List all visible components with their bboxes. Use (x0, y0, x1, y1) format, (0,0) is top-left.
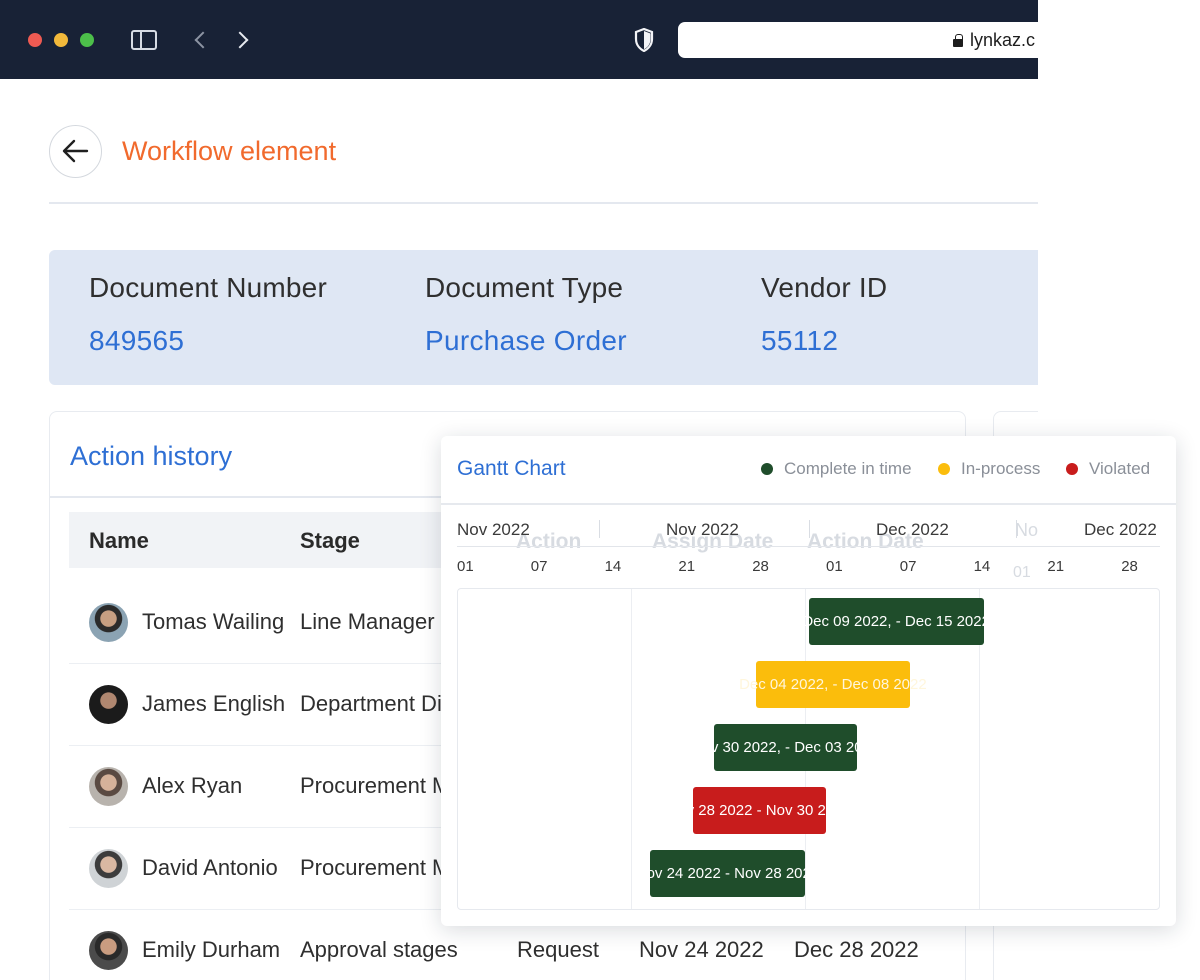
shield-glyph (634, 27, 654, 53)
month-separator (599, 520, 600, 538)
action-history-title: Action history (70, 441, 233, 471)
avatar (89, 849, 128, 888)
back-button[interactable] (49, 125, 102, 178)
column-header-stage[interactable]: Stage (300, 528, 360, 554)
page-title: Workflow element (122, 136, 337, 166)
document-number-value: 849565 (89, 325, 185, 356)
legend-dot-icon (938, 463, 950, 475)
legend-label: Complete in time (784, 459, 912, 478)
row-action-date: Dec 28 2022 (794, 937, 919, 962)
address-bar[interactable]: lynkaz.c (678, 22, 1038, 58)
month-label: Nov 2022 (457, 520, 530, 539)
day-tick-label: 07 (899, 558, 917, 575)
vendor-id-label: Vendor ID (761, 272, 888, 303)
row-name: Alex Ryan (142, 773, 243, 798)
row-name: James English (142, 691, 286, 716)
gantt-task-bar[interactable]: Nov 30 2022, - Dec 03 2022 (692, 724, 879, 771)
day-tick-label: 01 (826, 558, 843, 575)
document-type-label: Document Type (425, 272, 624, 303)
avatar (89, 685, 128, 724)
minimize-window-button[interactable] (54, 33, 68, 47)
sidebar-toggle-icon[interactable] (131, 30, 157, 50)
day-tick-label: 21 (1047, 558, 1065, 575)
day-tick-label: 14 (604, 558, 622, 575)
vendor-id-field: Vendor ID 55112 (761, 272, 887, 357)
legend-violated: Violated (1066, 459, 1150, 479)
grid-line (631, 589, 632, 909)
legend-complete-in-time: Complete in time (761, 459, 912, 479)
month-label: Dec 2022 (1084, 520, 1157, 539)
vendor-id-value: 55112 (761, 325, 839, 356)
shield-icon[interactable] (634, 27, 654, 53)
day-tick-label: 07 (530, 558, 548, 575)
month-label: Nov 2022 (666, 520, 739, 539)
month-divider (457, 546, 1160, 547)
gantt-header-divider (441, 503, 1176, 505)
gantt-grid: Dec 09 2022, - Dec 15 2022 Dec 04 2022, -… (457, 588, 1160, 910)
row-assign-date: Nov 24 2022 (639, 937, 764, 962)
row-stage: Line Manager (300, 609, 435, 634)
avatar (89, 767, 128, 806)
row-action: Request (517, 937, 599, 962)
avatar (89, 931, 128, 970)
browser-toolbar: lynkaz.c (0, 0, 1038, 79)
document-number-field: Document Number 849565 (89, 272, 327, 357)
gantt-task-bar[interactable]: Nov 24 2022 - Nov 28 2022 (636, 850, 819, 897)
url-text: lynkaz.c (970, 30, 1036, 50)
lock-icon (953, 34, 963, 47)
back-arrow-icon[interactable] (192, 28, 212, 52)
row-stage: Procurement Manager (300, 855, 442, 880)
gantt-task-bar[interactable]: Dec 04 2022, - Dec 08 2022 (739, 661, 927, 708)
gantt-task-bar[interactable]: Nov 28 2022 - Nov 30 2022 (667, 787, 851, 834)
day-tick-label: 28 (752, 558, 769, 575)
row-stage: Approval stages (300, 937, 458, 962)
forward-arrow-icon[interactable] (232, 28, 252, 52)
row-name: Emily Durham (142, 937, 281, 962)
ghost-day: 01 (1013, 564, 1031, 581)
header-divider (49, 202, 1038, 204)
legend-label: In-process (961, 459, 1041, 478)
legend-label: Violated (1089, 459, 1151, 478)
document-type-field: Document Type Purchase Order (425, 272, 627, 357)
document-summary: Document Number 849565 Document Type Pur… (49, 250, 1038, 385)
maximize-window-button[interactable] (80, 33, 94, 47)
day-tick-label: 01 (457, 558, 474, 575)
arrow-left-icon (62, 139, 89, 163)
month-separator (1016, 520, 1017, 538)
document-number-label: Document Number (89, 272, 327, 303)
row-stage: Procurement Manager (300, 773, 442, 798)
row-name: Tomas Wailing (142, 609, 285, 634)
close-window-button[interactable] (28, 33, 42, 47)
gantt-chart-popup: Gantt Chart Complete in time In-process … (441, 436, 1176, 926)
legend-dot-icon (1066, 463, 1078, 475)
avatar (89, 603, 128, 642)
column-header-name[interactable]: Name (89, 528, 149, 554)
day-tick-label: 28 (1121, 558, 1138, 575)
legend-dot-icon (761, 463, 773, 475)
gantt-task-bar[interactable]: Dec 09 2022, - Dec 15 2022 (802, 598, 990, 645)
month-label: Dec 2022 (876, 520, 949, 539)
gantt-chart-title: Gantt Chart (457, 457, 566, 480)
row-name: David Antonio (142, 855, 278, 880)
document-type-value: Purchase Order (425, 325, 627, 356)
day-tick-label: 14 (973, 558, 991, 575)
month-separator (809, 520, 810, 538)
legend-in-process: In-process (938, 459, 1040, 479)
day-tick-label: 21 (678, 558, 696, 575)
row-stage: Department Director (300, 691, 442, 716)
ghost-column-next: No (1015, 520, 1039, 540)
